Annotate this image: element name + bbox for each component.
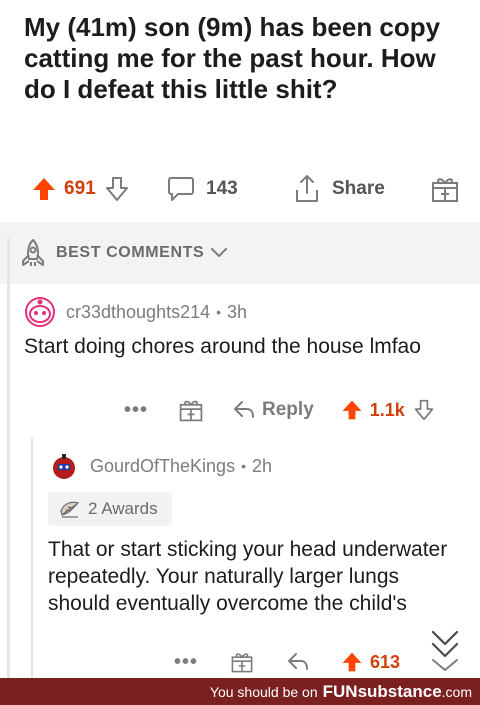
downvote-icon[interactable]: [413, 398, 435, 422]
thread-divider: [31, 438, 33, 678]
comment-age: 3h: [227, 301, 248, 322]
comment-username[interactable]: cr33dthoughts214: [66, 302, 210, 323]
comment-header: GourdOfTheKings • 2h: [48, 450, 272, 482]
more-options-button[interactable]: •••: [124, 399, 148, 422]
sort-label: BEST COMMENTS: [56, 244, 205, 261]
comment-actions: ••• Reply 1.1k: [124, 392, 435, 428]
comment-bubble-icon: [168, 177, 194, 201]
reply-button[interactable]: Reply: [232, 399, 314, 421]
sort-comments-bar[interactable]: BEST COMMENTS: [0, 222, 480, 284]
avatar[interactable]: [48, 450, 80, 482]
reply-icon: [234, 401, 255, 418]
comment-score: 613: [370, 651, 401, 672]
award-icon: [60, 501, 80, 518]
post-score: 691: [64, 178, 96, 199]
share-label: Share: [332, 178, 385, 199]
meta-separator: •: [216, 304, 222, 320]
comment-actions: ••• 613: [174, 644, 400, 680]
comment-count: 143: [206, 178, 238, 199]
reply-icon[interactable]: [286, 651, 310, 673]
reply-label: Reply: [262, 399, 314, 420]
comments-button[interactable]: 143: [166, 165, 238, 213]
gift-icon[interactable]: [178, 397, 204, 423]
watermark-banner: You should be on FUNsubstance .com: [0, 678, 480, 705]
share-button[interactable]: Share: [292, 165, 385, 213]
post-action-bar: 691 143 Share: [0, 165, 480, 213]
upvote-icon[interactable]: [30, 175, 58, 203]
comment-body: Start doing chores around the house lmfa…: [24, 335, 421, 358]
post-vote: 691: [30, 165, 130, 213]
gift-icon: [432, 178, 458, 202]
comment-score: 1.1k: [369, 399, 405, 420]
awards-badge[interactable]: 2 Awards: [48, 492, 172, 526]
watermark-brand: FUNsubstance: [322, 681, 442, 701]
comment-body: That or start sticking your head underwa…: [48, 538, 448, 615]
more-options-button[interactable]: •••: [174, 651, 198, 674]
rocket-icon: [22, 239, 44, 266]
watermark-prefix: You should be on: [209, 683, 318, 700]
awards-label: 2 Awards: [88, 499, 158, 518]
thread-divider: [7, 238, 10, 678]
gift-icon[interactable]: [230, 650, 254, 674]
downvote-icon[interactable]: [104, 175, 130, 203]
collapse-thread-icon[interactable]: [428, 626, 462, 674]
comment-age: 2h: [251, 455, 273, 476]
watermark-domain: .com: [441, 683, 472, 700]
award-button[interactable]: [430, 165, 460, 213]
post-title: My (41m) son (9m) has been copy catting …: [24, 12, 441, 104]
share-icon: [296, 175, 318, 202]
meta-separator: •: [241, 458, 246, 474]
comment-username[interactable]: GourdOfTheKings: [90, 456, 235, 477]
avatar[interactable]: [24, 296, 56, 328]
chevron-down-icon: [211, 248, 228, 257]
upvote-icon[interactable]: [340, 650, 364, 674]
upvote-icon[interactable]: [340, 398, 364, 422]
comment-header: cr33dthoughts214 • 3h: [24, 296, 247, 328]
